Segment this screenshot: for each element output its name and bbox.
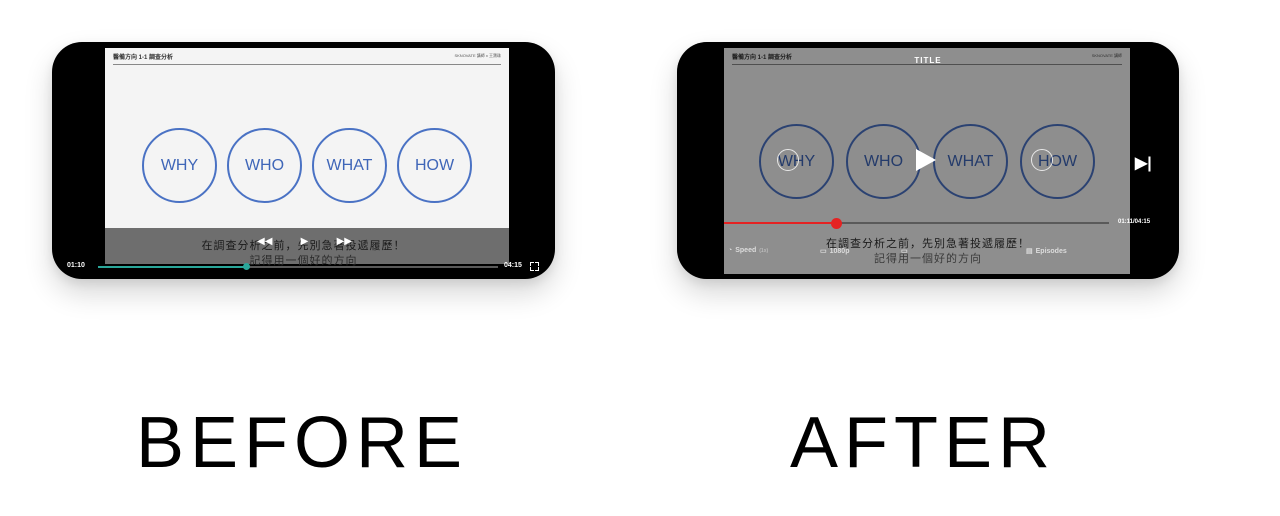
video-title: TITLE <box>914 56 942 65</box>
quality-label: 1080p <box>829 247 850 255</box>
episodes-label: Episodes <box>1035 247 1067 255</box>
rewind-button[interactable]: ◀◀ <box>257 236 272 250</box>
episodes-icon: ▤ <box>1026 248 1033 255</box>
seek-bar-progress <box>724 222 836 224</box>
video-player-after[interactable]: 醫備方向 1-1 調查分析 SKNOVATE 講師 WHY WHO WHAT H… <box>677 42 1179 279</box>
slide-title: 醫備方向 1-1 調查分析 <box>113 55 174 61</box>
playback-controls: ◀◀ ▶ ▶▶ <box>257 236 352 250</box>
play-button[interactable]: ▶ <box>301 236 309 250</box>
episodes-button[interactable]: ▤ Episodes <box>1026 247 1067 256</box>
speed-gauge-icon: ◔ <box>728 247 733 254</box>
rewind-10-icon[interactable] <box>777 149 799 171</box>
forward-button[interactable]: ▶▶ <box>337 236 352 250</box>
next-episode-icon[interactable]: ▶| <box>1135 153 1152 173</box>
subtitle-icon[interactable]: ▭ <box>901 247 908 255</box>
slide-circles: WHY WHO WHAT HOW <box>105 128 509 203</box>
circle-what: WHAT <box>312 128 387 203</box>
time-total: 04:15 <box>504 262 522 269</box>
caption-before: BEFORE <box>136 403 469 483</box>
seek-knob[interactable] <box>830 218 842 229</box>
quality-button[interactable]: ▭ 1080p <box>820 247 850 256</box>
speed-label: Speed <box>735 247 757 254</box>
video-player-before[interactable]: 醫備方向 1-1 調查分析 SKNOVATE 講師 x 王寶珠 WHY WHO … <box>52 42 555 279</box>
speed-value: (1x) <box>759 247 769 254</box>
caption-after: AFTER <box>790 403 1057 483</box>
play-icon[interactable] <box>916 149 936 171</box>
forward-10-icon[interactable] <box>1031 149 1053 171</box>
slide-brand: SKNOVATE 講師 x 王寶珠 <box>454 53 501 58</box>
circle-how: HOW <box>397 128 472 203</box>
slide-header: 醫備方向 1-1 調查分析 SKNOVATE 講師 x 王寶珠 <box>113 52 501 65</box>
seek-bar-progress <box>98 266 246 268</box>
time-display: 01:11/04:15 <box>1118 219 1151 225</box>
circle-why: WHY <box>142 128 217 203</box>
fullscreen-icon[interactable] <box>530 262 539 271</box>
seek-knob[interactable] <box>243 263 250 270</box>
time-current: 01:10 <box>67 262 85 269</box>
speed-button[interactable]: ◔ Speed (1x) <box>728 247 768 254</box>
circle-who: WHO <box>227 128 302 203</box>
quality-icon: ▭ <box>820 248 827 255</box>
